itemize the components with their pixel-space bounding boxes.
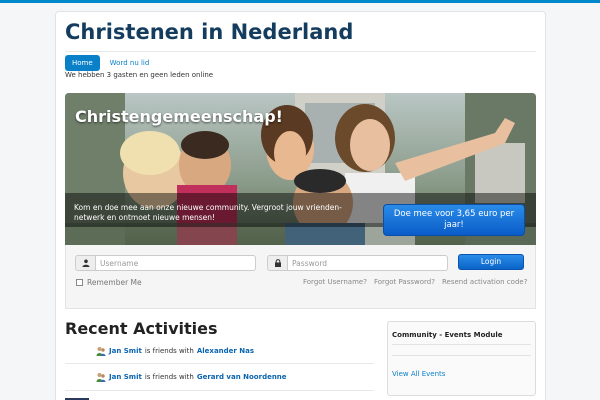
events-module: Community - Events Module View All Event… xyxy=(387,321,536,396)
password-input[interactable] xyxy=(288,255,448,271)
lock-icon xyxy=(267,255,288,271)
join-cta-button[interactable]: Doe mee voor 3,65 euro per jaar! xyxy=(383,204,525,236)
events-module-title: Community - Events Module xyxy=(392,331,503,339)
activity-actor-link[interactable]: Jan Smit xyxy=(109,347,142,355)
remember-label: Remember Me xyxy=(87,278,142,287)
title-divider xyxy=(65,51,536,52)
page-container: Christenen in Nederland Home Word nu lid… xyxy=(55,11,546,400)
remember-checkbox[interactable] xyxy=(76,279,83,286)
resend-activation-link[interactable]: Resend activation code? xyxy=(442,278,527,286)
nav-item-join[interactable]: Word nu lid xyxy=(110,59,150,67)
remember-me[interactable]: Remember Me xyxy=(76,278,142,287)
module-divider xyxy=(392,344,531,345)
activity-target-link[interactable]: Gerard van Noordenne xyxy=(197,373,287,381)
recent-activities-heading: Recent Activities xyxy=(65,319,218,338)
username-input[interactable] xyxy=(96,255,256,271)
activity-actor-link[interactable]: Jan Smit xyxy=(109,373,142,381)
activity-item: Jan Smit is friends with Gerard van Noor… xyxy=(96,372,287,382)
friends-icon xyxy=(96,347,106,356)
module-divider xyxy=(392,355,531,356)
forgot-password-link[interactable]: Forgot Password? xyxy=(374,278,435,286)
hero-title: Christengemeenschap! xyxy=(75,107,283,126)
activity-verb: is friends with xyxy=(144,347,194,355)
main-nav: Home Word nu lid xyxy=(65,55,149,71)
nav-item-home[interactable]: Home xyxy=(65,55,100,71)
online-status: We hebben 3 gasten en geen leden online xyxy=(65,71,214,79)
top-accent-bar xyxy=(0,0,600,3)
login-button[interactable]: Login xyxy=(458,254,524,270)
activity-verb: is friends with xyxy=(144,373,194,381)
activity-divider xyxy=(65,390,374,391)
view-all-events-link[interactable]: View All Events xyxy=(392,370,445,378)
forgot-username-link[interactable]: Forgot Username? xyxy=(303,278,367,286)
hero-description: Kom en doe mee aan onze nieuwe community… xyxy=(74,203,342,222)
login-panel: Login Remember Me Forgot Username? Forgo… xyxy=(65,245,536,309)
activity-item: Jan Smit is friends with Alexander Nas xyxy=(96,346,254,356)
activity-target-link[interactable]: Alexander Nas xyxy=(197,347,254,355)
friends-icon xyxy=(96,373,106,382)
site-title[interactable]: Christenen in Nederland xyxy=(65,20,353,44)
hero-banner: Christengemeenschap! Kom en doe mee aan … xyxy=(65,93,536,245)
user-icon xyxy=(75,255,96,271)
activity-divider xyxy=(65,363,374,364)
